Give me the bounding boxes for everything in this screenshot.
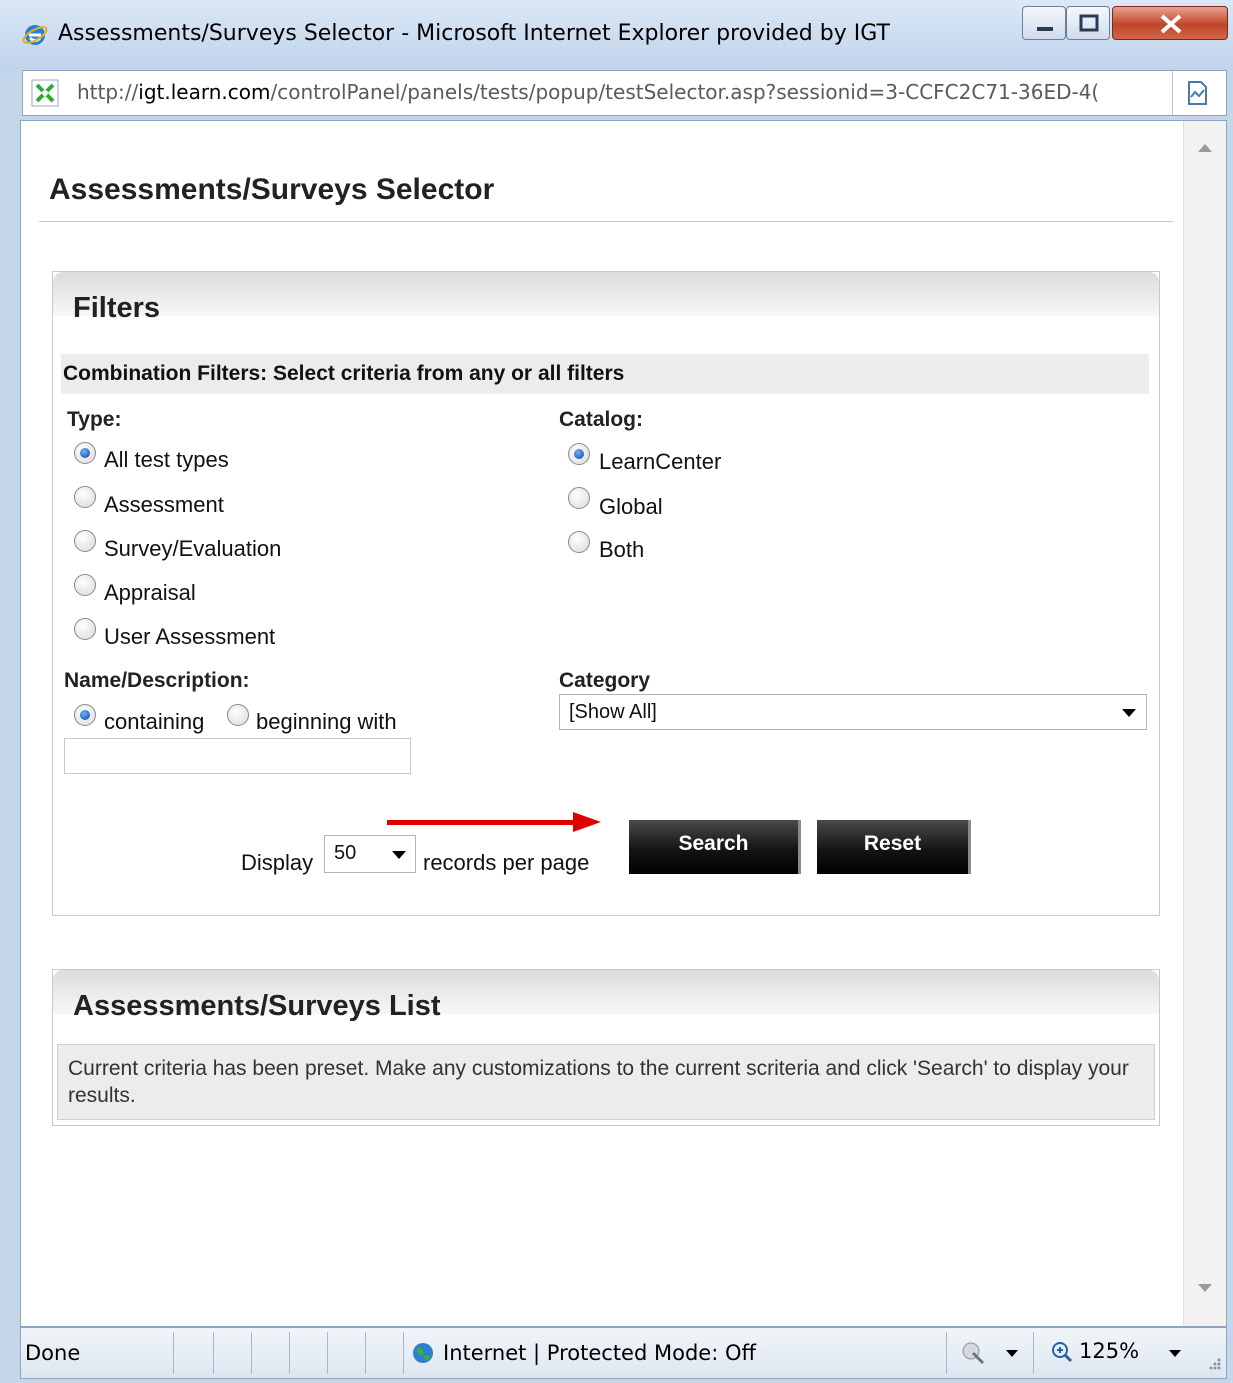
page-report-icon[interactable]: [1183, 79, 1211, 107]
title-bar: Assessments/Surveys Selector - Microsoft…: [0, 0, 1233, 72]
chevron-down-icon: [1122, 709, 1136, 717]
status-divider: [213, 1332, 214, 1374]
records-per-page-label: records per page: [423, 850, 590, 875]
maximize-button[interactable]: [1066, 6, 1110, 40]
combination-filters-text: Combination Filters: Select criteria fro…: [63, 362, 625, 385]
status-divider: [173, 1332, 174, 1374]
resize-grip-icon[interactable]: [1205, 1356, 1223, 1374]
name-description-label: Name/Description:: [64, 669, 250, 692]
option-assessment[interactable]: Assessment: [104, 492, 224, 518]
status-divider: [946, 1332, 947, 1374]
list-message: Current criteria has been preset. Make a…: [68, 1057, 1129, 1107]
window-title: Assessments/Surveys Selector - Microsoft…: [58, 21, 890, 46]
radio-beginning-with[interactable]: [227, 704, 249, 726]
minimize-button[interactable]: [1022, 6, 1066, 40]
radio-survey-evaluation[interactable]: [74, 530, 96, 552]
category-selected-value: [Show All]: [569, 701, 657, 723]
radio-appraisal[interactable]: [74, 574, 96, 596]
assessments-list-panel: Assessments/Surveys List Current criteri…: [52, 969, 1160, 1126]
radio-all-test-types[interactable]: [74, 442, 96, 464]
type-label: Type:: [67, 408, 122, 431]
maximize-icon: [1079, 14, 1099, 32]
search-button[interactable]: Search: [629, 820, 801, 874]
option-containing[interactable]: containing: [104, 709, 204, 735]
records-per-page-value: 50: [334, 842, 357, 864]
status-bar: Done Internet | Protected Mode: Off 125%: [20, 1327, 1227, 1379]
page-viewport: Assessments/Surveys Selector Filters Com…: [20, 120, 1227, 1327]
option-all-test-types[interactable]: All test types: [104, 447, 229, 473]
option-appraisal[interactable]: Appraisal: [104, 580, 196, 606]
category-label: Category: [559, 669, 651, 692]
status-divider: [327, 1332, 328, 1374]
radio-containing[interactable]: [74, 704, 96, 726]
radio-learncenter[interactable]: [568, 443, 590, 465]
status-divider: [289, 1332, 290, 1374]
chevron-down-icon[interactable]: [1006, 1350, 1018, 1357]
status-divider: [365, 1332, 366, 1374]
option-both[interactable]: Both: [599, 537, 644, 563]
close-icon: [1160, 14, 1182, 34]
scroll-up-icon[interactable]: [1198, 143, 1212, 153]
site-icon: [31, 79, 59, 107]
browser-window: Assessments/Surveys Selector - Microsoft…: [0, 0, 1233, 1383]
radio-assessment[interactable]: [74, 486, 96, 508]
reset-button[interactable]: Reset: [817, 820, 971, 874]
combination-filters-bar: Combination Filters: Select criteria fro…: [61, 354, 1149, 394]
option-beginning-with[interactable]: beginning with: [256, 709, 397, 735]
url-prefix: http://: [77, 80, 139, 104]
option-user-assessment[interactable]: User Assessment: [104, 624, 275, 650]
list-message-box: Current criteria has been preset. Make a…: [57, 1044, 1155, 1120]
display-label: Display: [241, 850, 314, 875]
address-bar[interactable]: http://igt.learn.com/controlPanel/panels…: [22, 70, 1227, 116]
radio-global[interactable]: [568, 487, 590, 509]
settings-globe-icon[interactable]: [961, 1341, 987, 1365]
option-survey-evaluation[interactable]: Survey/Evaluation: [104, 536, 281, 562]
name-description-input[interactable]: [64, 738, 411, 774]
zoom-icon[interactable]: [1051, 1341, 1073, 1363]
red-arrow-annotation: [387, 812, 601, 832]
close-button[interactable]: [1112, 6, 1228, 40]
url-domain: igt.learn.com: [138, 80, 271, 104]
minimize-icon: [1037, 27, 1053, 31]
chevron-down-icon[interactable]: [1169, 1350, 1181, 1357]
status-divider: [251, 1332, 252, 1374]
option-learncenter[interactable]: LearnCenter: [599, 449, 721, 475]
zoom-level[interactable]: 125%: [1079, 1339, 1139, 1363]
option-global[interactable]: Global: [599, 494, 663, 520]
status-divider: [1033, 1332, 1034, 1374]
security-zone-text[interactable]: Internet | Protected Mode: Off: [443, 1341, 756, 1365]
scroll-down-icon[interactable]: [1198, 1283, 1212, 1293]
list-heading: Assessments/Surveys List: [73, 990, 441, 1022]
title-divider: [39, 221, 1173, 222]
url-text[interactable]: http://igt.learn.com/controlPanel/panels…: [77, 80, 1167, 104]
status-text: Done: [25, 1341, 81, 1365]
address-divider: [1172, 71, 1173, 115]
page-title: Assessments/Surveys Selector: [49, 173, 495, 206]
category-select[interactable]: [Show All]: [559, 694, 1147, 730]
records-per-page-select[interactable]: 50: [324, 835, 416, 873]
globe-icon: [413, 1343, 433, 1363]
filters-panel-header: Filters: [53, 272, 1159, 324]
vertical-scrollbar[interactable]: [1183, 121, 1226, 1326]
catalog-label: Catalog:: [559, 408, 643, 431]
status-divider: [403, 1332, 404, 1374]
url-path: /controlPanel/panels/tests/popup/testSel…: [270, 80, 1100, 104]
radio-both[interactable]: [568, 531, 590, 553]
filters-heading: Filters: [73, 292, 161, 324]
radio-user-assessment[interactable]: [74, 618, 96, 640]
list-panel-header: Assessments/Surveys List: [53, 970, 1159, 1022]
filters-panel: Filters Combination Filters: Select crit…: [52, 271, 1160, 916]
internet-explorer-icon: [22, 25, 48, 45]
chevron-down-icon: [392, 851, 406, 859]
